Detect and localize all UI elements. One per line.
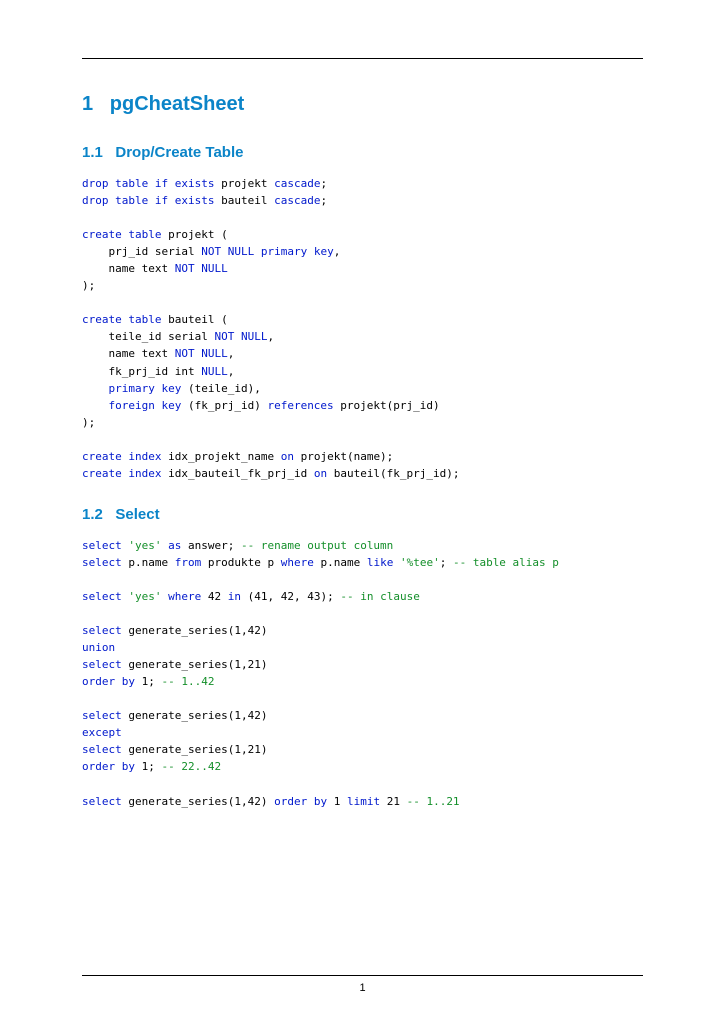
section-heading: 1 pgCheatSheet: [82, 93, 643, 116]
section-title: pgCheatSheet: [110, 93, 244, 115]
footer-rule: [82, 975, 643, 976]
subsection-number: 1.2: [82, 506, 103, 523]
subsection-heading: 1.1 Drop/Create Table: [82, 144, 643, 161]
section-number: 1: [82, 93, 93, 115]
subsection-heading: 1.2 Select: [82, 506, 643, 523]
subsection-title: Drop/Create Table: [115, 144, 243, 161]
page-number: 1: [82, 982, 643, 994]
code-block-select: select 'yes' as answer; -- rename output…: [82, 537, 643, 810]
page-footer: 1: [82, 975, 643, 994]
code-block-drop-create: drop table if exists projekt cascade; dr…: [82, 175, 643, 482]
document-page: 1 pgCheatSheet 1.1 Drop/Create Table dro…: [0, 0, 725, 1024]
header-rule: [82, 58, 643, 59]
subsection-title: Select: [115, 506, 159, 523]
subsection-number: 1.1: [82, 144, 103, 161]
